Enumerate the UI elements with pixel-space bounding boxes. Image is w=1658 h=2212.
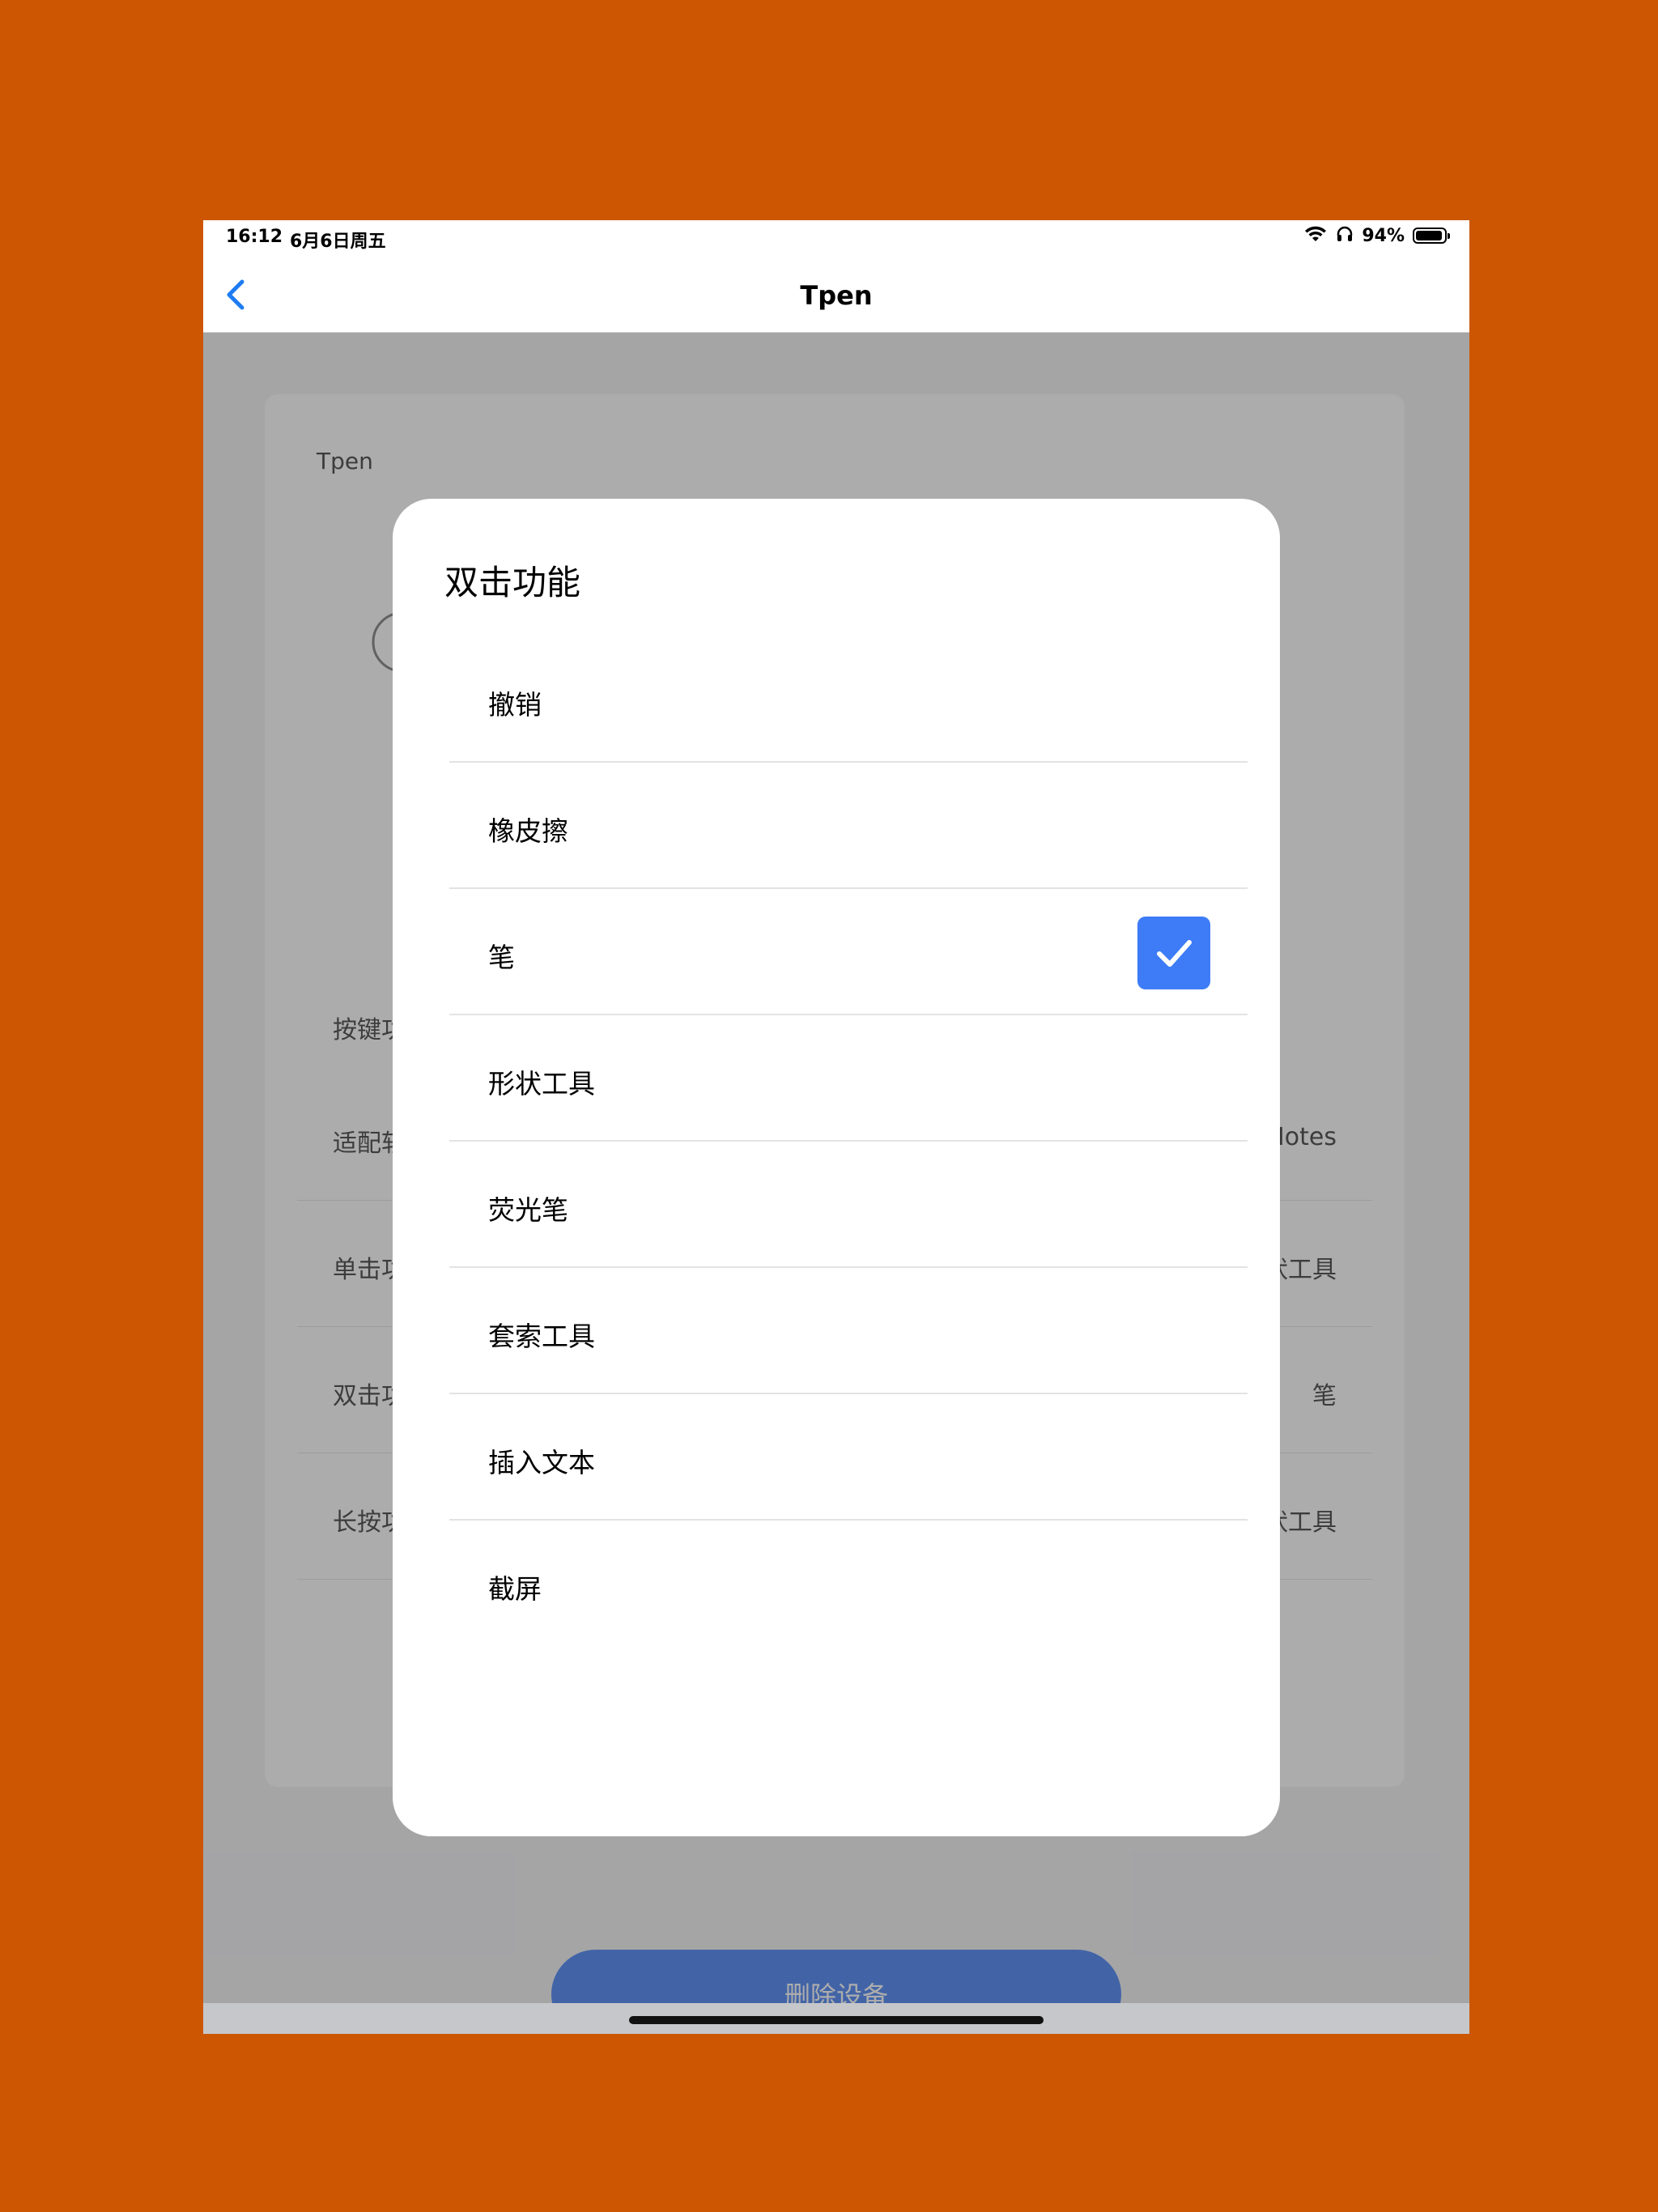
option-screenshot[interactable]: 截屏 [449,1521,1248,1647]
option-label: 套索工具 [488,1321,595,1352]
battery-icon [1413,228,1450,244]
option-label: 截屏 [488,1573,542,1605]
wifi-icon [1303,225,1328,246]
option-label: 笔 [488,942,515,973]
status-time: 16:12 [226,227,283,247]
double-tap-function-dialog: 双击功能 撤销 橡皮擦 笔 形状工具 荧光笔 套索工具 插入文本 截屏 [393,499,1280,1836]
status-bar: 16:12 6月6日周五 94% [203,220,1469,257]
battery-percent: 94% [1362,225,1405,246]
option-insert-text[interactable]: 插入文本 [449,1394,1248,1521]
status-date: 6月6日周五 [290,232,386,252]
option-undo[interactable]: 撤销 [449,636,1248,763]
option-label: 橡皮擦 [488,815,568,847]
option-label: 形状工具 [488,1068,595,1100]
option-highlighter[interactable]: 荧光笔 [449,1142,1248,1268]
ipad-screen: 16:12 6月6日周五 94% Tpen Tpen 按键功能 适配软件 Not… [203,220,1469,2034]
navigation-bar: Tpen [203,257,1469,333]
page-title: Tpen [800,280,873,311]
option-label: 插入文本 [488,1447,595,1478]
option-label: 荧光笔 [488,1194,568,1226]
home-indicator[interactable] [629,2016,1044,2024]
option-label: 撤销 [488,689,542,721]
checkmark-icon[interactable] [1137,917,1210,989]
option-list: 撤销 橡皮擦 笔 形状工具 荧光笔 套索工具 插入文本 截屏 [449,636,1248,1647]
option-eraser[interactable]: 橡皮擦 [449,763,1248,889]
option-lasso-tool[interactable]: 套索工具 [449,1268,1248,1394]
headphones-icon [1336,225,1354,246]
dialog-title: 双击功能 [444,563,581,602]
option-pen[interactable]: 笔 [449,889,1248,1015]
status-indicators: 94% [1303,225,1450,246]
option-shape-tool[interactable]: 形状工具 [449,1015,1248,1142]
